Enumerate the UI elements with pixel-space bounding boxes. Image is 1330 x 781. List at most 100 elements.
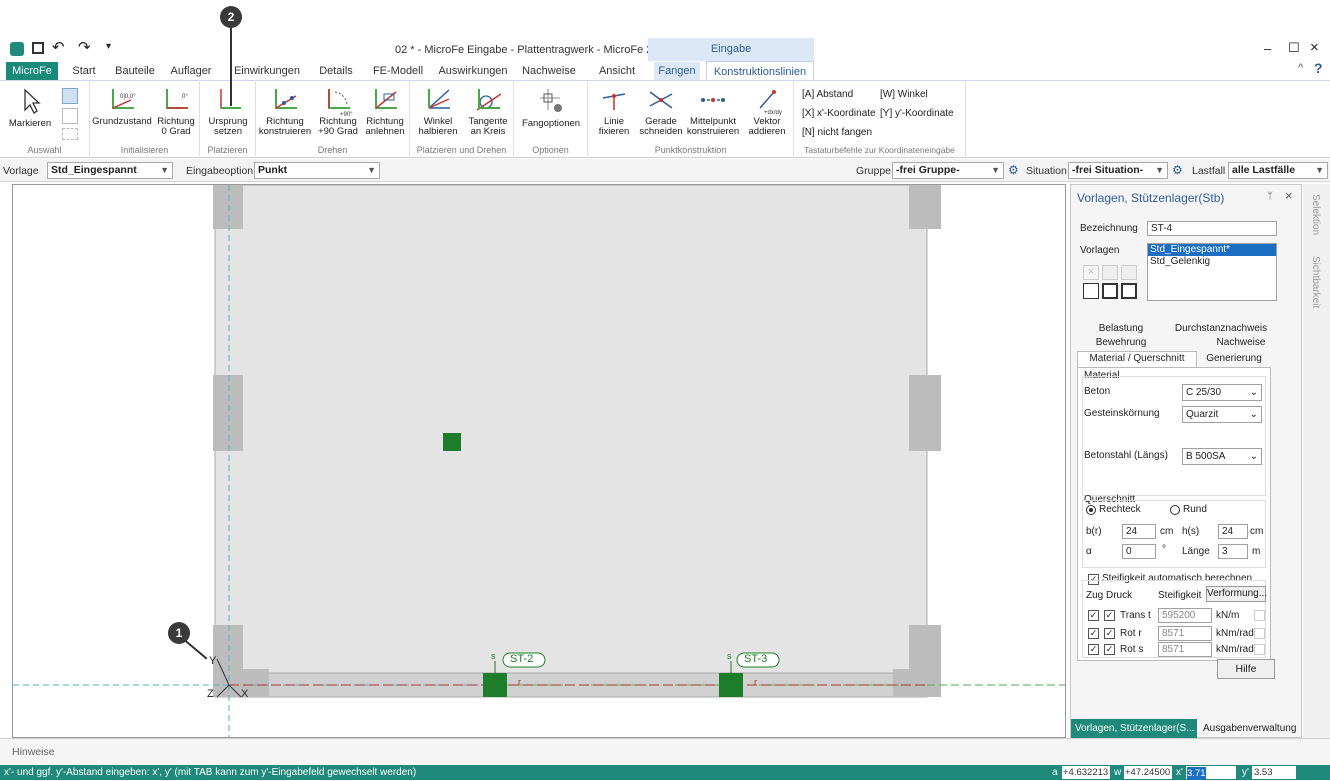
tab-auflager[interactable]: Auflager [166,62,216,80]
bottom-tab-vorlagen[interactable]: Vorlagen, Stützenlager(S... [1071,719,1197,738]
tab-nachweise[interactable]: Nachweise [518,62,580,80]
save-icon[interactable] [32,42,44,54]
markieren-button[interactable]: Markieren [4,88,56,129]
eingabeoption-select[interactable]: Punkt ▼ [254,162,380,179]
gruppe-select[interactable]: -frei Gruppe- ▼ [892,162,1004,179]
situation-select[interactable]: -frei Situation- ▼ [1068,162,1168,179]
status-y-value[interactable]: 3.53 [1252,766,1296,779]
redo-icon[interactable]: ↷ [78,38,91,56]
side-tab-sichtbarkeit[interactable]: Sichtbarkeit [1310,256,1321,308]
richtung-anlehnen-button[interactable]: Richtung anlehnen [362,86,408,137]
slab[interactable] [214,185,928,698]
app-icon[interactable] [10,42,24,56]
linie-fixieren-button[interactable]: Linie fixieren [592,86,636,137]
drawing-canvas[interactable]: ST-2 ST-3 s s r r Y X Z [12,184,1066,738]
hinweise-tab[interactable]: Hinweise [12,746,55,758]
zug-check-rotr[interactable]: ✓ [1088,628,1099,639]
row-rotr-extra-check[interactable] [1254,628,1265,639]
tab-bewehrung[interactable]: Bewehrung [1081,337,1161,348]
vorlage-select[interactable]: Std_Eingespannt ▼ [47,162,173,179]
ursprung-setzen-button[interactable]: Ursprung setzen [202,86,254,137]
tab-nachweise-panel[interactable]: Nachweise [1201,337,1281,348]
zug-check-rots[interactable]: ✓ [1088,644,1099,655]
vorlage-item[interactable]: Std_Gelenkig [1148,256,1276,268]
row-trans-extra-check[interactable] [1254,610,1265,621]
beton-select[interactable]: C 25/30 ⌄ [1182,384,1262,401]
app-menu-tab[interactable]: MicroFe [6,62,58,80]
hs-input[interactable]: 24 [1218,524,1248,539]
betonstahl-select[interactable]: B 500SA ⌄ [1182,448,1262,465]
tab-belastung[interactable]: Belastung [1081,323,1161,334]
select-add-icon[interactable] [62,108,78,124]
br-input[interactable]: 24 [1122,524,1156,539]
wall-corner-tr[interactable] [909,185,941,229]
tab-konstruktionslinien[interactable]: Konstruktionslinien [706,61,814,81]
tab-durchstanznachweis[interactable]: Durchstanznachweis [1161,323,1281,334]
gerade-schneiden-button[interactable]: Gerade schneiden [636,86,686,137]
fangoptionen-button[interactable]: Fangoptionen [518,86,584,129]
panel-pin-icon[interactable]: ᛘ [1267,191,1273,202]
collapse-ribbon-icon[interactable]: ^ [1298,62,1303,74]
grundzustand-button[interactable]: 0|0,0° Grundzustand [92,86,152,127]
wall-right-mid[interactable] [909,375,941,451]
panel-close-icon[interactable]: × [1285,188,1293,203]
status-w-value[interactable]: +47.24500 [1124,766,1172,779]
bezeichnung-input[interactable]: ST-4 [1147,221,1277,236]
wall-corner-br-foot[interactable] [893,669,941,697]
minimize-icon[interactable]: – [1264,41,1271,56]
zug-check-trans[interactable]: ✓ [1088,610,1099,621]
row-rotr-value[interactable]: 8571 [1158,626,1212,641]
hilfe-button[interactable]: Hilfe [1217,659,1275,679]
richtung-0-grad-button[interactable]: 0° Richtung 0 Grad [154,86,198,137]
delete-template-icon[interactable]: × [1083,265,1099,280]
rund-radio[interactable] [1170,505,1180,515]
support-st-4[interactable] [443,433,461,451]
wall-corner-tl[interactable] [213,185,243,229]
winkel-halbieren-button[interactable]: Winkel halbieren [414,86,462,137]
maximize-icon[interactable]: ☐ [1288,40,1300,56]
edit-template-icon[interactable] [1102,265,1118,280]
support-st-2[interactable] [483,673,507,697]
support-st-3[interactable] [719,673,743,697]
customize-qat-icon[interactable]: ▾ [106,41,111,52]
wall-left-mid[interactable] [213,375,243,451]
undo-icon[interactable]: ↶ [52,38,65,56]
vorlage-item-selected[interactable]: Std_Eingespannt* [1148,244,1276,256]
tab-material-querschnitt[interactable]: Material / Querschnitt [1077,351,1197,367]
status-x-input[interactable]: 3.71 [1186,766,1236,780]
tangente-kreis-button[interactable]: Tangente an Kreis [464,86,512,137]
vektor-addieren-button[interactable]: +dx/dy Vektor addieren [742,86,792,137]
new-template-icon[interactable] [1083,283,1099,299]
situation-settings-icon[interactable]: ⚙ [1172,163,1183,177]
close-icon[interactable]: × [1310,39,1319,56]
tab-bauteile[interactable]: Bauteile [110,62,160,80]
tab-einwirkungen[interactable]: Einwirkungen [230,62,304,80]
rechteck-radio[interactable] [1086,505,1096,515]
alpha-input[interactable]: 0 [1122,544,1156,559]
tab-details[interactable]: Details [314,62,358,80]
tab-auswirkungen[interactable]: Auswirkungen [436,62,510,80]
row-trans-value[interactable]: 595200 [1158,608,1212,623]
laenge-input[interactable]: 3 [1218,544,1248,559]
save-as-template-icon[interactable] [1121,283,1137,299]
save-template-icon[interactable] [1102,283,1118,299]
richtung-plus90-button[interactable]: +90° Richtung +90 Grad [314,86,362,137]
richtung-konstruieren-button[interactable]: Richtung konstruieren [258,86,312,137]
lastfall-select[interactable]: alle Lastfälle ▼ [1228,162,1328,179]
copy-template-icon[interactable] [1121,265,1137,280]
tab-fangen[interactable]: Fangen [654,62,700,80]
help-icon[interactable]: ? [1314,60,1323,76]
select-mode-icon[interactable] [62,88,78,104]
mittelpunkt-button[interactable]: Mittelpunkt konstruieren [684,86,742,137]
gruppe-settings-icon[interactable]: ⚙ [1008,163,1019,177]
side-tab-selektion[interactable]: Selektion [1310,194,1321,235]
druck-check-trans[interactable]: ✓ [1104,610,1115,621]
row-rots-extra-check[interactable] [1254,644,1265,655]
status-a-value[interactable]: +4.632213 [1062,766,1110,779]
row-rots-value[interactable]: 8571 [1158,642,1212,657]
verformung-button[interactable]: Verformung... [1206,586,1267,602]
select-remove-icon[interactable] [62,128,78,140]
tab-fe-modell[interactable]: FE-Modell [368,62,428,80]
druck-check-rotr[interactable]: ✓ [1104,628,1115,639]
tab-start[interactable]: Start [64,62,104,80]
